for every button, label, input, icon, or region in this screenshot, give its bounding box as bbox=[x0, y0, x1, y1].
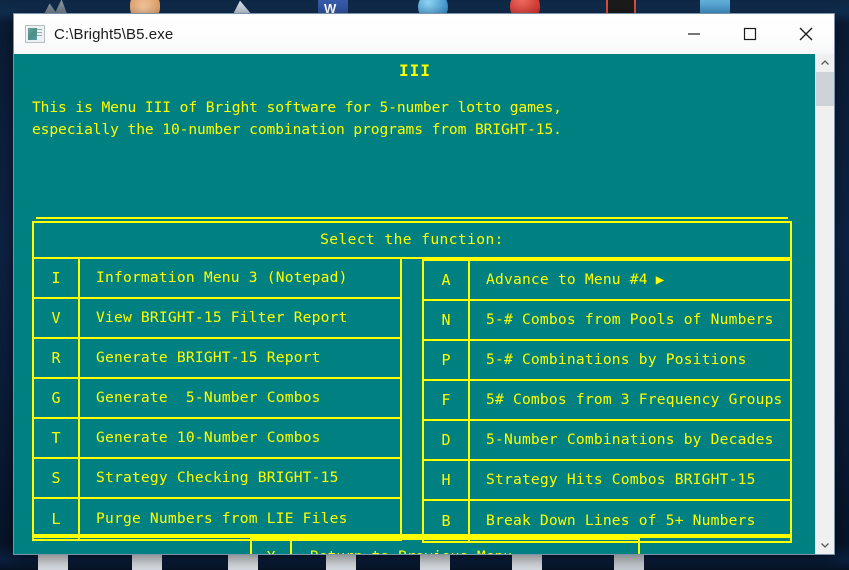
menu-item-N[interactable]: N 5-# Combos from Pools of Numbers bbox=[424, 301, 790, 341]
menu-label-D: 5-Number Combinations by Decades bbox=[470, 421, 790, 459]
menu-item-G[interactable]: G Generate 5-Number Combos bbox=[34, 379, 400, 419]
select-function-header: Select the function: bbox=[32, 221, 792, 259]
menu-label-A: Advance to Menu #4 ▶ bbox=[470, 261, 790, 299]
scroll-up-icon[interactable] bbox=[816, 54, 834, 72]
menu-label-text-F: 5# Combos from 3 Frequency Groups bbox=[486, 390, 783, 408]
desktop-icon-shortcut-4[interactable] bbox=[326, 552, 356, 570]
menu-key-V: V bbox=[34, 299, 80, 337]
menu-label-text-R: Generate BRIGHT-15 Report bbox=[96, 348, 321, 366]
menu-item-A[interactable]: A Advance to Menu #4 ▶ bbox=[424, 261, 790, 301]
screen: W C:\Bright5\B5.exe III This is Menu III… bbox=[0, 0, 849, 570]
menu-label-G: Generate 5-Number Combos bbox=[80, 379, 400, 417]
menu-left-column: I Information Menu 3 (Notepad) V View BRIGH… bbox=[32, 259, 402, 543]
intro-line-2: especially the 10-number combination pro… bbox=[32, 121, 562, 138]
menu-key-R: R bbox=[34, 339, 80, 377]
menu-right-grid: A Advance to Menu #4 ▶ N 5-# Combos from Poo… bbox=[422, 259, 792, 543]
menu-label-N: 5-# Combos from Pools of Numbers bbox=[470, 301, 790, 339]
menu-key-S: S bbox=[34, 459, 80, 497]
desktop-icon-shortcut-5[interactable] bbox=[420, 552, 450, 570]
menu-item-I[interactable]: I Information Menu 3 (Notepad) bbox=[34, 259, 400, 299]
desktop-icon-shortcut-7[interactable] bbox=[614, 552, 644, 570]
menu-key-D: D bbox=[424, 421, 470, 459]
menu-key-T: T bbox=[34, 419, 80, 457]
menu-key-A: A bbox=[424, 261, 470, 299]
menu-item-P[interactable]: P 5-# Combinations by Positions bbox=[424, 341, 790, 381]
menu-item-H[interactable]: H Strategy Hits Combos BRIGHT-15 bbox=[424, 461, 790, 501]
menu-label-S: Strategy Checking BRIGHT-15 bbox=[80, 459, 400, 497]
menu-heading: III bbox=[399, 61, 431, 80]
menu-item-T[interactable]: T Generate 10-Number Combos bbox=[34, 419, 400, 459]
menu-key-I: I bbox=[34, 259, 80, 297]
menu-frame: Select the function: I Information Menu 3… bbox=[32, 217, 792, 543]
menu-label-text-L: Purge Numbers from LIE Files bbox=[96, 509, 348, 527]
menu-label-I: Information Menu 3 (Notepad) bbox=[80, 259, 400, 297]
menu-item-R[interactable]: R Generate BRIGHT-15 Report bbox=[34, 339, 400, 379]
advance-arrow-icon: ▶ bbox=[655, 272, 665, 288]
desktop-icon-shortcut-6[interactable] bbox=[512, 552, 542, 570]
scrollbar-thumb[interactable] bbox=[816, 72, 834, 106]
menu-label-P: 5-# Combinations by Positions bbox=[470, 341, 790, 379]
window-title: C:\Bright5\B5.exe bbox=[54, 25, 174, 43]
menu-item-V[interactable]: V View BRIGHT-15 Filter Report bbox=[34, 299, 400, 339]
menu-label-text-N: 5-# Combos from Pools of Numbers bbox=[486, 310, 774, 328]
console-window: C:\Bright5\B5.exe III This is Menu III o… bbox=[14, 14, 834, 554]
menu-label-text-S: Strategy Checking BRIGHT-15 bbox=[96, 468, 339, 486]
menu-item-S[interactable]: S Strategy Checking BRIGHT-15 bbox=[34, 459, 400, 499]
desktop-icon-shortcut-3[interactable] bbox=[228, 552, 258, 570]
desktop-icon-shortcut-2[interactable] bbox=[132, 552, 162, 570]
menu-key-P: P bbox=[424, 341, 470, 379]
menu-label-text-T: Generate 10-Number Combos bbox=[96, 428, 321, 446]
maximize-button[interactable] bbox=[722, 14, 778, 54]
menu-label-text-D: 5-Number Combinations by Decades bbox=[486, 430, 774, 448]
menu-item-D[interactable]: D 5-Number Combinations by Decades bbox=[424, 421, 790, 461]
menu-label-text-P: 5-# Combinations by Positions bbox=[486, 350, 747, 368]
scroll-down-icon[interactable] bbox=[816, 536, 834, 554]
menu-left-grid: I Information Menu 3 (Notepad) V View BRIGH… bbox=[32, 259, 402, 541]
menu-key-H: H bbox=[424, 461, 470, 499]
menu-key-L: L bbox=[34, 499, 80, 539]
menu-key-G: G bbox=[34, 379, 80, 417]
column-gap bbox=[402, 259, 422, 543]
close-button[interactable] bbox=[778, 14, 834, 54]
menu-label-text-I: Information Menu 3 (Notepad) bbox=[96, 268, 348, 286]
menu-label-text-V: View BRIGHT-15 Filter Report bbox=[96, 308, 348, 326]
menu-label-text-A: Advance to Menu #4 bbox=[486, 270, 648, 288]
menu-label-H: Strategy Hits Combos BRIGHT-15 bbox=[470, 461, 790, 499]
menu-columns: I Information Menu 3 (Notepad) V View BRIGH… bbox=[32, 259, 792, 543]
menu-label-text-G: Generate 5-Number Combos bbox=[96, 388, 321, 406]
menu-label-return: Return to Previous Menu bbox=[292, 540, 638, 554]
console-client-area: III This is Menu III of Bright software … bbox=[14, 54, 834, 554]
minimize-button[interactable] bbox=[666, 14, 722, 54]
vertical-scrollbar[interactable] bbox=[815, 54, 834, 554]
menu-label-text-H: Strategy Hits Combos BRIGHT-15 bbox=[486, 470, 756, 488]
return-row-wrapper: X Return to Previous Menu bbox=[32, 534, 792, 554]
menu-label-T: Generate 10-Number Combos bbox=[80, 419, 400, 457]
menu-label-F: 5# Combos from 3 Frequency Groups bbox=[470, 381, 790, 419]
menu-item-return[interactable]: X Return to Previous Menu bbox=[250, 538, 640, 554]
menu-item-F[interactable]: F 5# Combos from 3 Frequency Groups bbox=[424, 381, 790, 421]
menu-label-L: Purge Numbers from LIE Files bbox=[80, 499, 400, 539]
menu-item-L[interactable]: L Purge Numbers from LIE Files bbox=[34, 499, 400, 539]
menu-key-F: F bbox=[424, 381, 470, 419]
menu-right-column: A Advance to Menu #4 ▶ N 5-# Combos from Poo… bbox=[422, 259, 792, 543]
intro-line-1: This is Menu III of Bright software for … bbox=[32, 99, 562, 116]
menu-label-text-B: Break Down Lines of 5+ Numbers bbox=[486, 511, 756, 529]
console-app-icon bbox=[25, 25, 45, 43]
menu-label-V: View BRIGHT-15 Filter Report bbox=[80, 299, 400, 337]
window-controls bbox=[666, 14, 834, 54]
console-screen: III This is Menu III of Bright software … bbox=[14, 54, 816, 554]
menu-label-R: Generate BRIGHT-15 Report bbox=[80, 339, 400, 377]
menu-key-N: N bbox=[424, 301, 470, 339]
desktop-icon-shortcut-1[interactable] bbox=[38, 552, 68, 570]
window-titlebar[interactable]: C:\Bright5\B5.exe bbox=[14, 14, 834, 54]
menu-key-X: X bbox=[252, 540, 292, 554]
